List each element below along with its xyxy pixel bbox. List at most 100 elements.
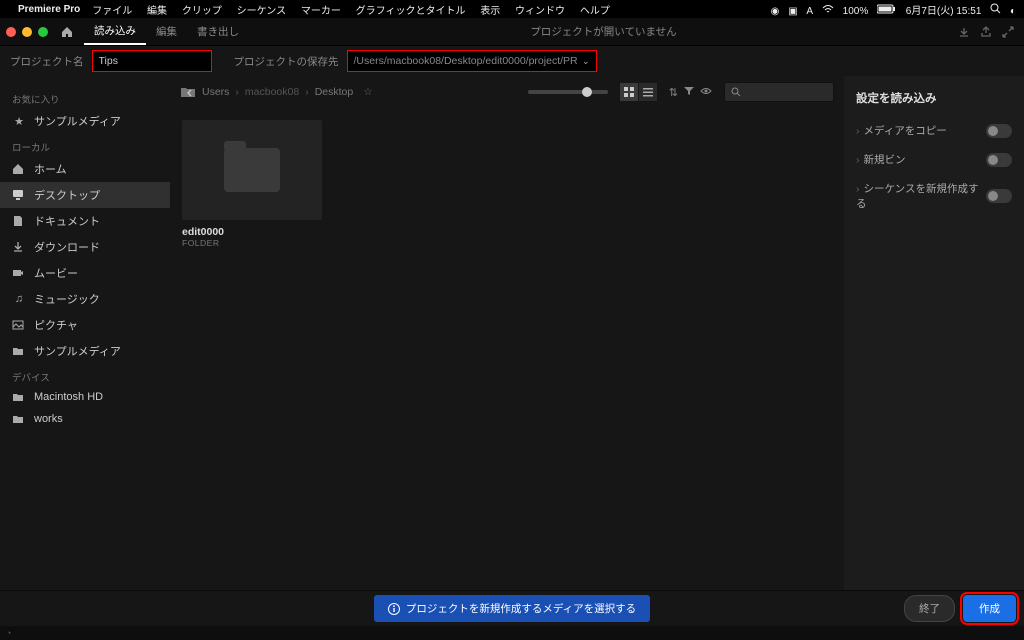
menu-sequence[interactable]: シーケンス	[237, 6, 287, 17]
battery-pct: 100%	[843, 6, 869, 17]
bottom-action-bar: プロジェクトを新規作成するメディアを選択する 終了 作成	[0, 590, 1024, 626]
search-icon	[731, 87, 741, 97]
folder-icon	[12, 391, 26, 403]
chevron-right-icon: ›	[856, 125, 860, 137]
sidebar-item-label: ドキュメント	[34, 213, 100, 229]
tab-import[interactable]: 読み込み	[84, 18, 146, 45]
sidebar-item-home[interactable]: ホーム	[0, 156, 170, 182]
input-icon[interactable]: A	[806, 6, 813, 17]
menu-file[interactable]: ファイル	[92, 6, 132, 17]
exit-button[interactable]: 終了	[904, 595, 955, 622]
menu-marker[interactable]: マーカー	[301, 6, 341, 17]
breadcrumb-item[interactable]: macbook08	[245, 86, 299, 98]
folder-item[interactable]: edit0000 FOLDER	[182, 120, 322, 248]
info-icon	[388, 603, 400, 615]
sidebar-item-downloads[interactable]: ダウンロード	[0, 234, 170, 260]
app-top-bar: 読み込み 編集 書き出し プロジェクトが開いていません	[0, 18, 1024, 46]
create-button[interactable]: 作成	[963, 595, 1016, 622]
sidebar-item-sample-media[interactable]: ★ サンプルメディア	[0, 108, 170, 134]
location-sidebar: お気に入り ★ サンプルメディア ローカル ホーム デスクトップ ドキュメント	[0, 76, 170, 590]
battery-icon[interactable]	[877, 4, 897, 14]
breadcrumb: Users › macbook08 › Desktop ☆	[202, 86, 522, 98]
menu-clip[interactable]: クリップ	[182, 6, 222, 17]
quick-export-icon[interactable]	[958, 26, 970, 38]
breadcrumb-item[interactable]: Desktop	[315, 86, 354, 98]
sidebar-header-local: ローカル	[0, 134, 170, 156]
sidebar-item-works[interactable]: works	[0, 408, 170, 430]
favorite-star-icon[interactable]: ☆	[363, 86, 372, 98]
sidebar-header-favorites: お気に入り	[0, 86, 170, 108]
menu-edit[interactable]: 編集	[147, 6, 167, 17]
search-input[interactable]	[724, 82, 834, 102]
grid-view-button[interactable]	[620, 83, 638, 101]
sidebar-item-pictures[interactable]: ピクチャ	[0, 312, 170, 338]
thumbnail-size-slider[interactable]	[528, 90, 608, 94]
sidebar-item-label: Macintosh HD	[34, 391, 103, 403]
toggle-switch[interactable]	[986, 189, 1012, 203]
project-path-dropdown[interactable]: /Users/macbook08/Desktop/edit0000/projec…	[347, 50, 597, 72]
sidebar-item-label: デスクトップ	[34, 187, 100, 203]
home-icon[interactable]	[60, 25, 78, 39]
sidebar-header-devices: デバイス	[0, 364, 170, 386]
sidebar-item-macintosh-hd[interactable]: Macintosh HD	[0, 386, 170, 408]
sidebar-item-label: ダウンロード	[34, 239, 100, 255]
sidebar-item-music[interactable]: ♫ ミュージック	[0, 286, 170, 312]
media-browser: Users › macbook08 › Desktop ☆ ⇅	[170, 76, 844, 590]
siri-icon[interactable]: ◐	[1010, 6, 1016, 17]
sort-icon[interactable]: ⇅	[669, 86, 678, 99]
folder-icon	[12, 345, 26, 357]
menu-view[interactable]: 表示	[480, 6, 500, 17]
mac-menu-bar: Premiere Pro ファイル 編集 クリップ シーケンス マーカー グラフ…	[0, 0, 1024, 18]
menubar-app-name[interactable]: Premiere Pro	[18, 4, 80, 15]
breadcrumb-item[interactable]: Users	[202, 86, 229, 98]
chevron-down-icon: ⌄	[582, 56, 590, 67]
list-view-button[interactable]	[639, 83, 657, 101]
sidebar-item-label: サンプルメディア	[34, 343, 121, 359]
setting-row-copy-media[interactable]: ›メディアをコピー	[844, 116, 1024, 145]
movie-icon	[12, 267, 26, 279]
chevron-right-icon: ›	[856, 183, 860, 195]
directory-icon[interactable]	[180, 86, 196, 98]
picture-icon	[12, 319, 26, 331]
sidebar-item-desktop[interactable]: デスクトップ	[0, 182, 170, 208]
toggle-switch[interactable]	[986, 153, 1012, 167]
visibility-icon[interactable]	[700, 86, 712, 99]
folder-icon	[224, 148, 280, 192]
filter-icon[interactable]	[684, 86, 694, 99]
sidebar-item-documents[interactable]: ドキュメント	[0, 208, 170, 234]
window-close-button[interactable]	[6, 27, 16, 37]
hint-banner: プロジェクトを新規作成するメディアを選択する	[374, 595, 650, 622]
window-zoom-button[interactable]	[38, 27, 48, 37]
media-grid: edit0000 FOLDER	[170, 108, 844, 260]
tab-export[interactable]: 書き出し	[187, 18, 249, 45]
project-name-input[interactable]	[92, 50, 212, 72]
project-path-label: プロジェクトの保存先	[234, 54, 339, 69]
menu-help[interactable]: ヘルプ	[580, 6, 610, 17]
project-path-value: /Users/macbook08/Desktop/edit0000/projec…	[354, 55, 578, 67]
sidebar-item-movies[interactable]: ムービー	[0, 260, 170, 286]
sidebar-item-sample-media-local[interactable]: サンプルメディア	[0, 338, 170, 364]
toggle-switch[interactable]	[986, 124, 1012, 138]
menu-window[interactable]: ウィンドウ	[515, 6, 565, 17]
project-status-title: プロジェクトが開いていません	[255, 24, 952, 39]
menu-graphics[interactable]: グラフィックとタイトル	[356, 6, 466, 17]
search-icon[interactable]	[990, 3, 1001, 14]
menubar-datetime[interactable]: 6月7日(火) 15:51	[906, 6, 982, 17]
window-minimize-button[interactable]	[22, 27, 32, 37]
setting-row-new-sequence[interactable]: ›シーケンスを新規作成する	[844, 174, 1024, 218]
workspace-tabs: 読み込み 編集 書き出し	[84, 18, 249, 45]
sidebar-item-label: ムービー	[34, 265, 78, 281]
stop-icon[interactable]: ▣	[788, 6, 797, 17]
wifi-icon[interactable]	[822, 4, 834, 14]
record-icon[interactable]: ◉	[771, 6, 780, 17]
download-icon	[12, 241, 26, 253]
share-icon[interactable]	[980, 26, 992, 38]
tab-edit[interactable]: 編集	[146, 18, 187, 45]
sidebar-item-label: works	[34, 413, 63, 425]
doc-icon	[12, 215, 26, 227]
fullscreen-icon[interactable]	[1002, 26, 1014, 38]
window-traffic-lights	[6, 27, 48, 37]
folder-icon	[12, 413, 26, 425]
menubar-menus: ファイル 編集 クリップ シーケンス マーカー グラフィックとタイトル 表示 ウ…	[92, 2, 622, 17]
setting-row-new-bin[interactable]: ›新規ビン	[844, 145, 1024, 174]
